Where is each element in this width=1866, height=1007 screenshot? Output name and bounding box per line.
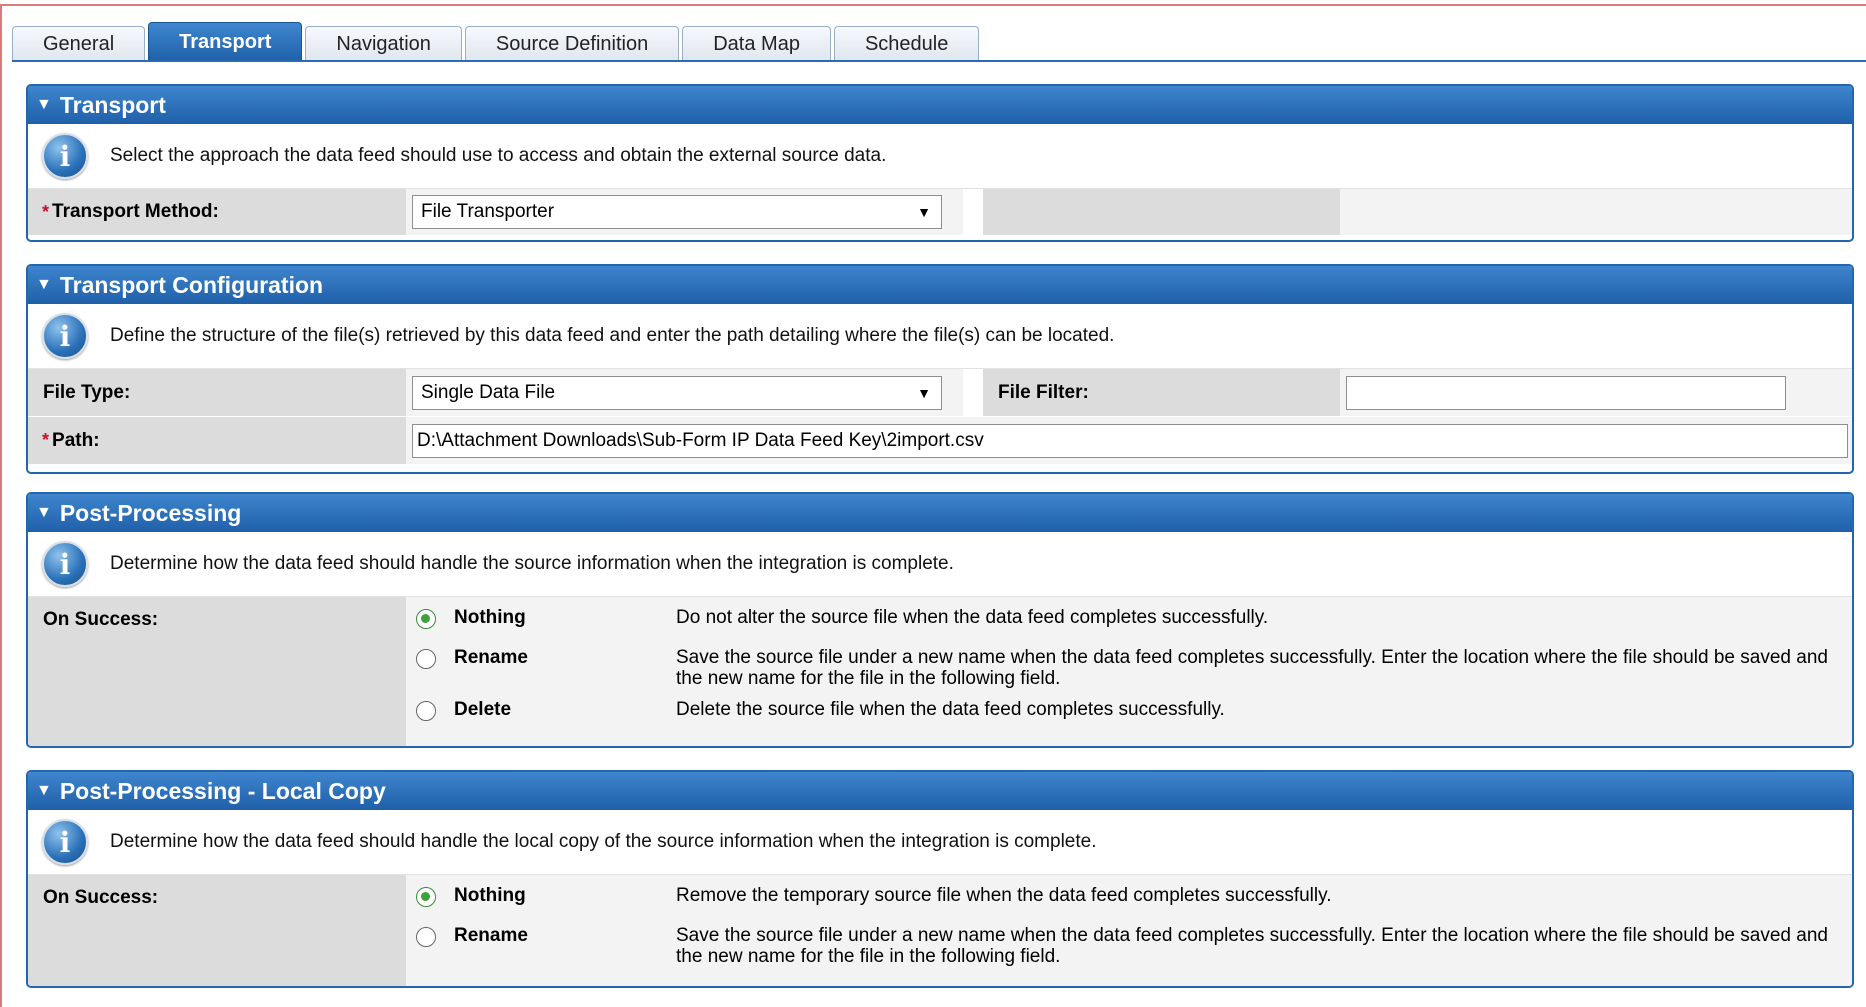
path-cell: D:\Attachment Downloads\Sub-Form IP Data… <box>406 417 1852 464</box>
radio-label: Nothing <box>454 885 526 906</box>
section-title: Post-Processing - Local Copy <box>59 777 386 804</box>
info-icon: i <box>42 541 88 587</box>
radio-label: Rename <box>454 925 528 946</box>
label-text: Path: <box>52 429 100 451</box>
section-title: Transport Configuration <box>59 271 324 298</box>
path-input[interactable]: D:\Attachment Downloads\Sub-Form IP Data… <box>412 423 1848 458</box>
window-border-top <box>0 4 1866 6</box>
info-text: Determine how the data feed should handl… <box>110 831 1097 852</box>
path-row: * Path: D:\Attachment Downloads\Sub-Form… <box>28 417 1852 465</box>
radio-label: Nothing <box>454 607 526 628</box>
info-text: Determine how the data feed should handl… <box>110 553 954 574</box>
info-icon: i <box>42 313 88 359</box>
transport-section-header[interactable]: ▼ Transport <box>28 86 1852 124</box>
on-success-options: Nothing Remove the temporary source file… <box>406 875 1852 986</box>
tab-bar: General Transport Navigation Source Defi… <box>12 22 982 62</box>
radio-label: Delete <box>454 699 512 720</box>
radio-description: Save the source file under a new name wh… <box>676 647 1828 689</box>
section-title: Transport <box>59 91 166 118</box>
file-type-select[interactable]: Single Data File ▼ <box>412 375 942 410</box>
info-row: i Determine how the data feed should han… <box>28 810 1852 875</box>
option-nothing: Nothing Remove the temporary source file… <box>406 885 1852 925</box>
transport-section: ▼ Transport i Select the approach the da… <box>26 84 1854 242</box>
triangle-down-icon: ▼ <box>36 96 52 113</box>
section-title: Post-Processing <box>59 499 242 526</box>
required-marker: * <box>42 201 50 222</box>
radio-delete[interactable] <box>416 701 436 721</box>
option-nothing: Nothing Do not alter the source file whe… <box>406 607 1852 647</box>
radio-nothing[interactable] <box>416 887 436 907</box>
transport-method-row: * Transport Method: File Transporter ▼ <box>28 189 1852 236</box>
file-type-cell: Single Data File ▼ <box>406 369 963 416</box>
transport-configuration-header[interactable]: ▼ Transport Configuration <box>28 266 1852 304</box>
radio-rename[interactable] <box>416 649 436 669</box>
info-icon: i <box>42 133 88 179</box>
triangle-down-icon: ▼ <box>36 276 52 293</box>
required-marker: * <box>42 430 50 450</box>
option-rename: Rename Save the source file under a new … <box>406 647 1852 699</box>
label-text: Transport Method: <box>52 201 219 222</box>
post-processing-local-copy-header[interactable]: ▼ Post-Processing - Local Copy <box>28 772 1852 810</box>
radio-description: Do not alter the source file when the da… <box>676 607 1269 628</box>
select-value: Single Data File <box>421 381 556 403</box>
spacer <box>963 369 983 416</box>
empty-value-cell <box>1340 189 1852 235</box>
dropdown-arrow-icon: ▼ <box>917 204 931 220</box>
transport-configuration-section: ▼ Transport Configuration i Define the s… <box>26 264 1854 474</box>
radio-label: Rename <box>454 647 528 668</box>
tab-transport[interactable]: Transport <box>148 22 303 62</box>
tab-source-definition[interactable]: Source Definition <box>464 26 680 62</box>
select-value: File Transporter <box>421 201 555 222</box>
post-processing-local-copy-section: ▼ Post-Processing - Local Copy i Determi… <box>26 770 1854 988</box>
info-row: i Determine how the data feed should han… <box>28 532 1852 597</box>
transport-method-cell: File Transporter ▼ <box>406 189 963 235</box>
radio-rename[interactable] <box>416 927 436 947</box>
tab-navigation[interactable]: Navigation <box>305 26 462 62</box>
radio-description: Remove the temporary source file when th… <box>676 885 1332 906</box>
on-success-row: On Success: Nothing Remove the temporary… <box>28 875 1852 986</box>
post-processing-header[interactable]: ▼ Post-Processing <box>28 494 1852 532</box>
option-delete: Delete Delete the source file when the d… <box>406 699 1852 735</box>
window-border-left <box>0 4 2 1007</box>
triangle-down-icon: ▼ <box>36 504 52 521</box>
post-processing-section: ▼ Post-Processing i Determine how the da… <box>26 492 1854 748</box>
on-success-options: Nothing Do not alter the source file whe… <box>406 597 1852 746</box>
info-row: i Select the approach the data feed shou… <box>28 124 1852 189</box>
file-filter-input[interactable] <box>1346 375 1786 410</box>
tab-bar-underline <box>12 60 1866 62</box>
empty-label-cell <box>983 189 1340 235</box>
spacer <box>963 189 983 235</box>
info-row: i Define the structure of the file(s) re… <box>28 304 1852 369</box>
tab-general[interactable]: General <box>12 26 146 62</box>
file-filter-cell <box>1340 369 1852 416</box>
dropdown-arrow-icon: ▼ <box>917 384 931 401</box>
tab-schedule[interactable]: Schedule <box>833 26 980 62</box>
radio-description: Delete the source file when the data fee… <box>676 699 1225 720</box>
transport-method-select[interactable]: File Transporter ▼ <box>412 195 942 229</box>
on-success-label: On Success: <box>28 875 406 986</box>
on-success-row: On Success: Nothing Do not alter the sou… <box>28 597 1852 746</box>
info-text: Select the approach the data feed should… <box>110 145 887 166</box>
file-type-row: File Type: Single Data File ▼ File Filte… <box>28 369 1852 417</box>
info-text: Define the structure of the file(s) retr… <box>110 325 1115 346</box>
file-filter-label: File Filter: <box>983 369 1340 416</box>
on-success-label: On Success: <box>28 597 406 746</box>
triangle-down-icon: ▼ <box>36 782 52 799</box>
tab-data-map[interactable]: Data Map <box>682 26 831 62</box>
radio-description: Save the source file under a new name wh… <box>676 925 1828 967</box>
path-label: * Path: <box>28 417 406 464</box>
file-type-label: File Type: <box>28 369 406 416</box>
radio-nothing[interactable] <box>416 609 436 629</box>
transport-method-label: * Transport Method: <box>28 189 406 235</box>
option-rename: Rename Save the source file under a new … <box>406 925 1852 977</box>
info-icon: i <box>42 819 88 865</box>
